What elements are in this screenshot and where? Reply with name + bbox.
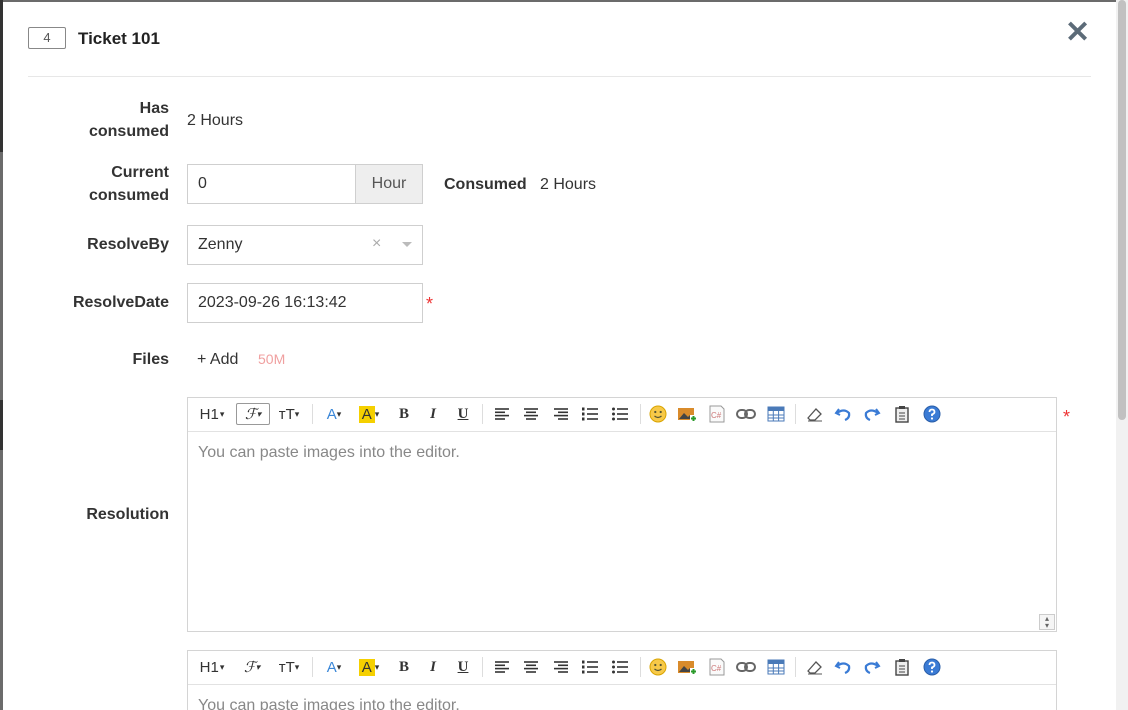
heading-button[interactable]: H1 ▾ <box>196 657 228 677</box>
resolution-editor-placeholder[interactable]: You can paste images into the editor. <box>198 444 460 462</box>
align-center-icon[interactable] <box>520 404 542 424</box>
align-center-icon[interactable] <box>520 657 542 677</box>
bullet-list-icon[interactable] <box>609 404 631 424</box>
modal-title: Ticket 101 <box>78 29 160 48</box>
redo-icon[interactable] <box>861 404 883 424</box>
chevron-down-icon[interactable] <box>402 242 412 247</box>
font-size-button[interactable]: ᴛT ▾ <box>274 657 304 677</box>
toolbar-divider <box>640 404 641 424</box>
resolve-by-select[interactable]: Zenny <box>187 225 423 265</box>
help-icon[interactable] <box>921 404 943 424</box>
second-editor-placeholder[interactable]: You can paste images into the editor. <box>198 697 460 710</box>
font-family-button[interactable]: ℱ ▾ <box>236 657 268 677</box>
ticket-modal: 4 Ticket 101 ✕ Has consumed 2 Hours Curr… <box>3 2 1116 710</box>
toolbar-divider <box>312 404 313 424</box>
ticket-id-badge: 4 <box>28 27 66 49</box>
second-editor: H1 ▾ ℱ ▾ ᴛT ▾ A ▾ A ▾ B I U C# You can p… <box>187 650 1057 710</box>
scrollbar[interactable] <box>1116 0 1128 710</box>
bold-button[interactable]: B <box>394 657 414 677</box>
resolve-by-label: ResolveBy <box>87 236 169 253</box>
has-consumed-value: 2 Hours <box>187 112 244 129</box>
bold-button[interactable]: B <box>394 404 414 424</box>
hour-unit-addon: Hour <box>355 164 423 204</box>
scrollbar-thumb[interactable] <box>1118 0 1126 420</box>
svg-text:C#: C# <box>711 411 722 420</box>
editor-toolbar: H1 ▾ ℱ ▾ ᴛT ▾ A ▾ A ▾ B I U C# <box>188 651 1056 685</box>
eraser-icon[interactable] <box>803 404 825 424</box>
toolbar-divider <box>795 657 796 677</box>
code-icon[interactable]: C# <box>706 404 728 424</box>
toolbar-divider <box>482 404 483 424</box>
help-icon[interactable] <box>921 657 943 677</box>
align-right-icon[interactable] <box>550 404 572 424</box>
table-icon[interactable] <box>765 657 787 677</box>
font-color-button[interactable]: A ▾ <box>320 657 348 677</box>
underline-button[interactable]: U <box>453 657 473 677</box>
file-size-limit: 50M <box>258 351 286 367</box>
svg-text:C#: C# <box>711 664 722 673</box>
emoji-icon[interactable] <box>647 657 669 677</box>
editor-toolbar: H1 ▾ ℱ ▾ ᴛT ▾ A ▾ A ▾ B I U C# <box>188 398 1056 432</box>
toolbar-divider <box>482 657 483 677</box>
resolve-date-input[interactable]: 2023-09-26 16:13:42 <box>187 283 423 323</box>
font-family-button[interactable]: ℱ ▾ <box>236 403 270 425</box>
current-consumed-input[interactable]: 0 <box>187 164 356 204</box>
toolbar-divider <box>795 404 796 424</box>
emoji-icon[interactable] <box>647 404 669 424</box>
italic-button[interactable]: I <box>423 404 443 424</box>
eraser-icon[interactable] <box>803 657 825 677</box>
required-mark: * <box>1063 407 1071 427</box>
link-icon[interactable] <box>735 657 757 677</box>
highlight-button[interactable]: A ▾ <box>354 404 384 424</box>
required-mark: * <box>426 294 434 314</box>
clear-icon[interactable]: × <box>372 235 381 253</box>
add-file-button[interactable]: + Add <box>197 351 238 369</box>
table-icon[interactable] <box>765 404 787 424</box>
header-divider <box>28 76 1091 77</box>
align-left-icon[interactable] <box>491 404 513 424</box>
align-right-icon[interactable] <box>550 657 572 677</box>
undo-icon[interactable] <box>832 657 854 677</box>
code-icon[interactable]: C# <box>706 657 728 677</box>
redo-icon[interactable] <box>861 657 883 677</box>
files-label: Files <box>132 351 169 368</box>
resolution-label: Resolution <box>86 506 169 523</box>
toolbar-divider <box>312 657 313 677</box>
image-icon[interactable] <box>676 404 698 424</box>
undo-icon[interactable] <box>832 404 854 424</box>
consumed-value: 2 Hours <box>540 176 597 193</box>
resize-handle[interactable]: ▴ ▾ <box>1039 614 1055 630</box>
underline-button[interactable]: U <box>453 404 473 424</box>
font-color-button[interactable]: A ▾ <box>320 404 348 424</box>
bullet-list-icon[interactable] <box>609 657 631 677</box>
ordered-list-icon[interactable] <box>579 404 601 424</box>
consumed-label: Consumed <box>444 176 527 193</box>
close-icon[interactable]: ✕ <box>1065 18 1090 48</box>
current-consumed-label: Current consumed <box>88 164 169 204</box>
link-icon[interactable] <box>735 404 757 424</box>
toolbar-divider <box>640 657 641 677</box>
resolve-by-value: Zenny <box>198 236 243 253</box>
ordered-list-icon[interactable] <box>579 657 601 677</box>
italic-button[interactable]: I <box>423 657 443 677</box>
resolve-date-label: ResolveDate <box>72 294 169 311</box>
paste-icon[interactable] <box>891 404 913 424</box>
heading-button[interactable]: H1 ▾ <box>196 404 228 424</box>
highlight-button[interactable]: A ▾ <box>354 657 384 677</box>
align-left-icon[interactable] <box>491 657 513 677</box>
resolution-editor: H1 ▾ ℱ ▾ ᴛT ▾ A ▾ A ▾ B I U C# You can p… <box>187 397 1057 632</box>
font-size-button[interactable]: ᴛT ▾ <box>274 404 304 424</box>
image-icon[interactable] <box>676 657 698 677</box>
paste-icon[interactable] <box>891 657 913 677</box>
has-consumed-label: Has consumed <box>88 100 169 140</box>
